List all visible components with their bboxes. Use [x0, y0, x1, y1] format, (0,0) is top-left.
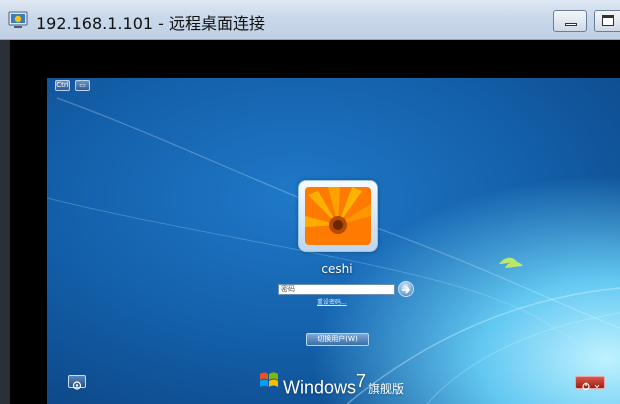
ease-of-access-button[interactable]	[68, 375, 86, 390]
login-arrow-button[interactable]	[398, 281, 414, 297]
ctrl-alt-del-indicator[interactable]: Ctrl	[55, 80, 70, 91]
keyboard-layout-button[interactable]: ▭	[75, 80, 90, 91]
windows-brand: Windows7 旗舰版	[283, 371, 404, 398]
brand-version: 7	[356, 371, 367, 391]
shutdown-button[interactable]	[575, 376, 605, 391]
password-input[interactable]: 密码	[278, 284, 395, 295]
switch-user-button[interactable]: 切换用户(W)	[306, 333, 369, 346]
ease-of-access-icon	[72, 381, 82, 390]
corner-button-label: Ctrl	[56, 81, 69, 89]
brand-edition: 旗舰版	[368, 382, 405, 397]
power-icon	[582, 382, 600, 391]
keyboard-icon: ▭	[79, 81, 86, 89]
minimize-icon	[565, 23, 577, 26]
window-title: 192.168.1.101 - 远程桌面连接	[36, 14, 266, 33]
maximize-icon	[602, 15, 614, 26]
flower-avatar-image	[305, 187, 371, 245]
minimize-button[interactable]	[553, 10, 587, 32]
maximize-button[interactable]	[594, 10, 620, 32]
remote-desktop-icon	[8, 11, 28, 28]
remote-desktop-screen[interactable]: Ctrl ▭ ceshi 密码 重设密码... 切换用户(W) Windows7…	[47, 78, 620, 404]
brand-windows: Windows	[283, 377, 357, 398]
windows-logo-icon	[260, 372, 278, 387]
reset-password-link[interactable]: 重设密码...	[317, 297, 347, 306]
username-label: ceshi	[321, 262, 353, 276]
password-placeholder: 密码	[281, 285, 295, 293]
user-avatar[interactable]	[298, 180, 378, 252]
window-frame	[0, 40, 10, 404]
title-bar[interactable]: 192.168.1.101 - 远程桌面连接	[0, 0, 620, 40]
arrow-right-icon	[402, 286, 411, 294]
